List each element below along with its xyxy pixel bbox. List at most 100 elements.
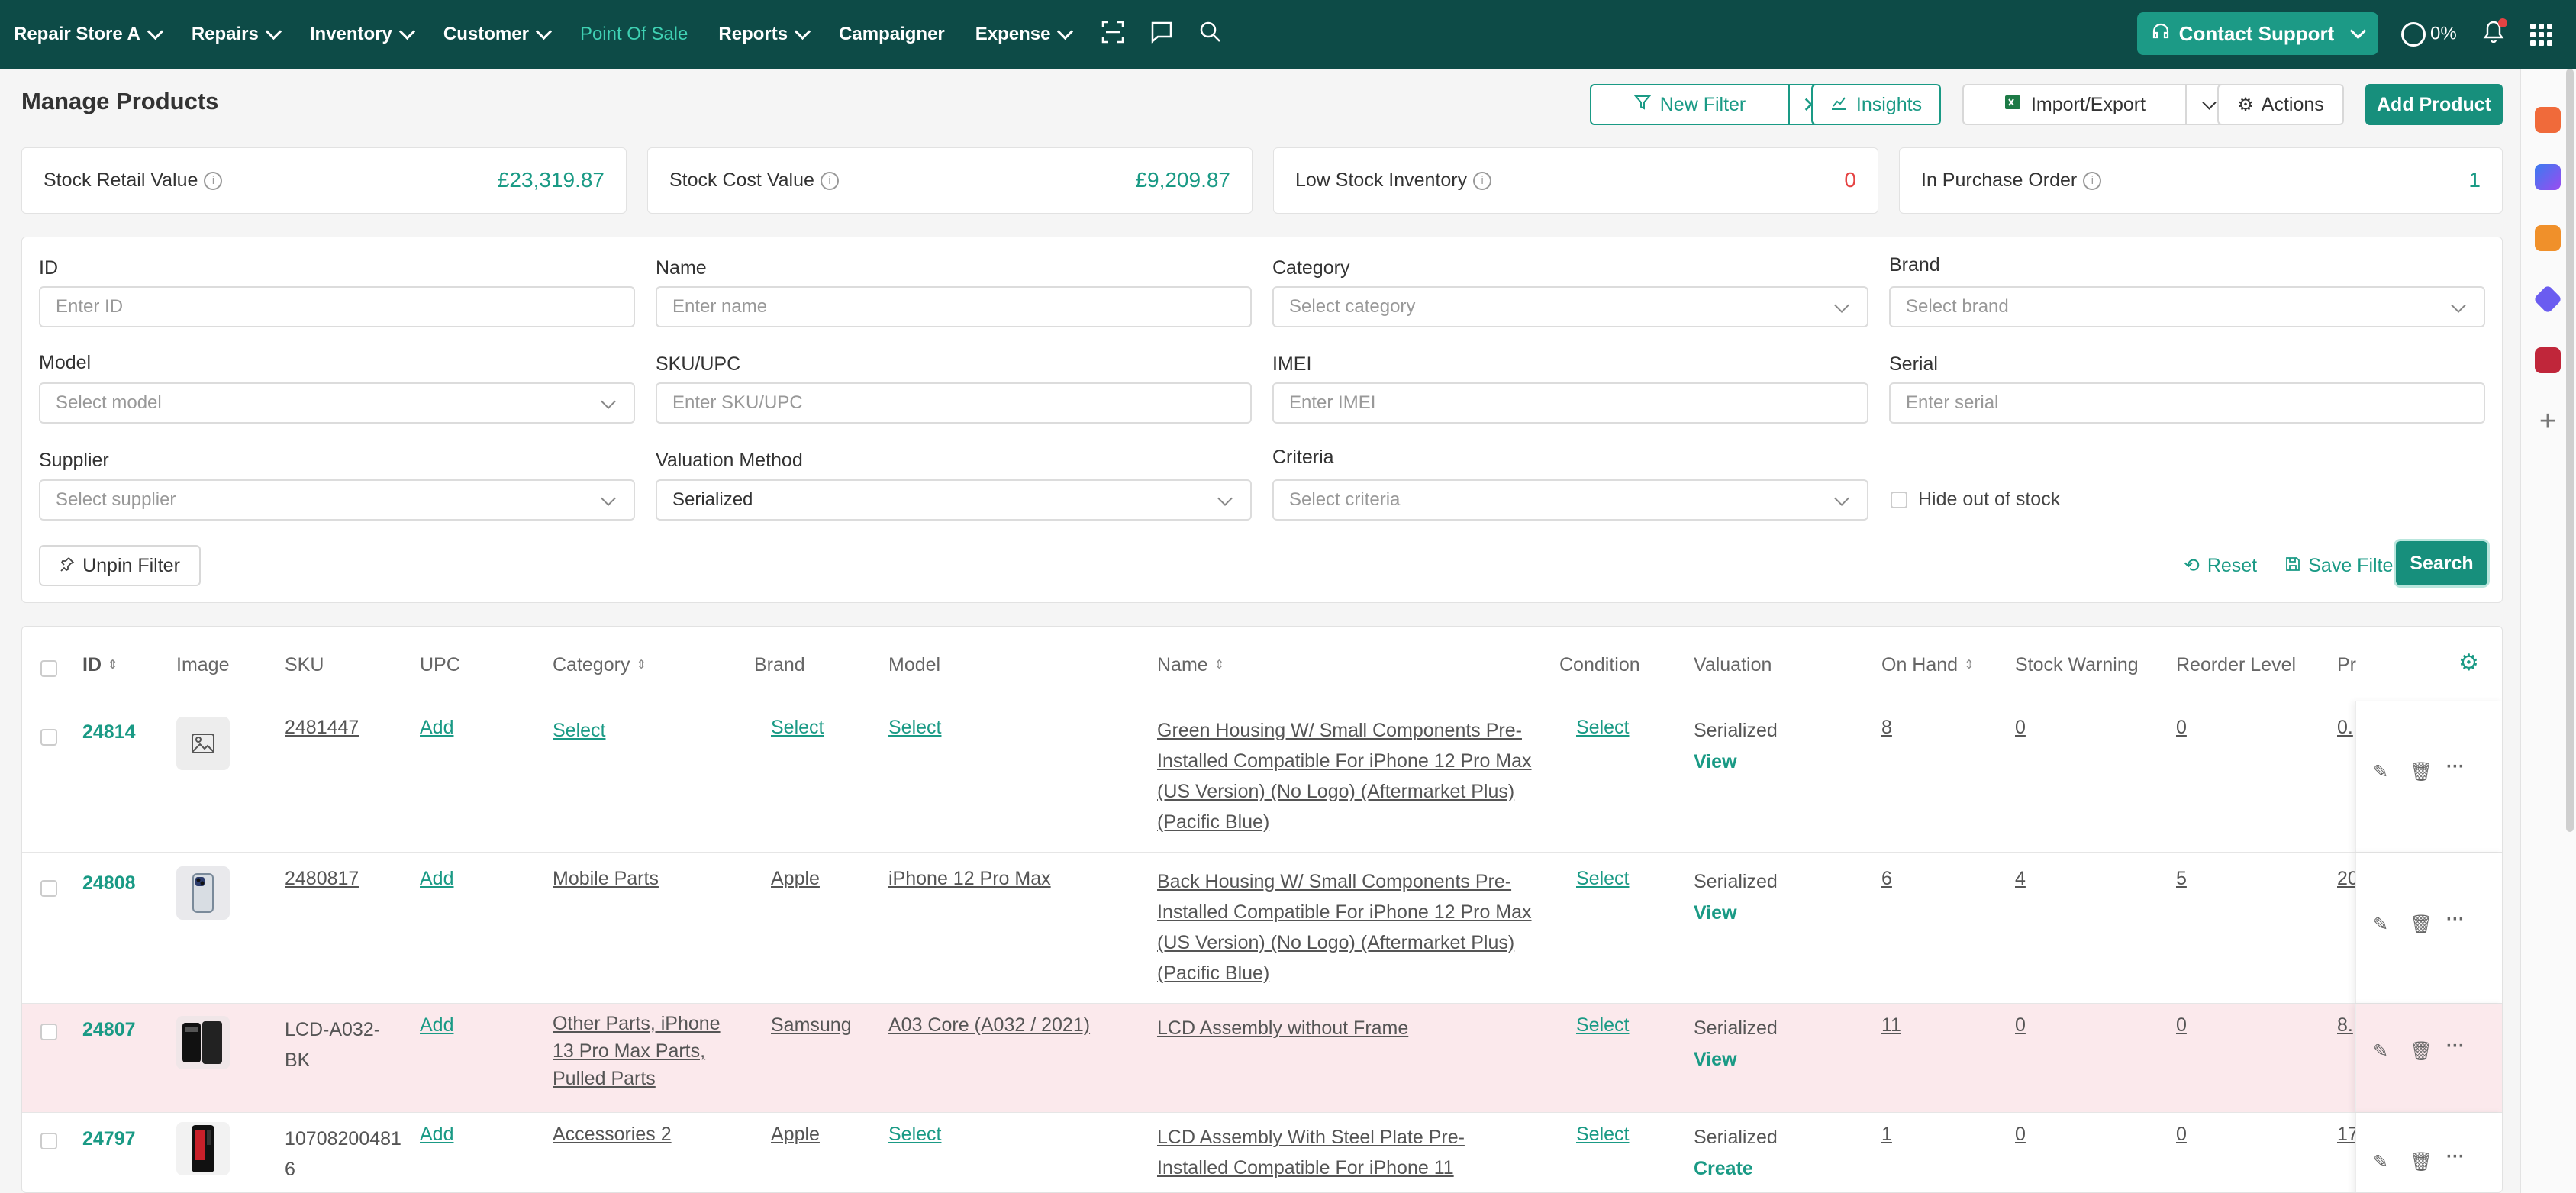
edit-icon[interactable]: ✎ (2373, 1040, 2388, 1062)
column-settings-gear-icon[interactable]: ⚙ (2458, 650, 2479, 676)
column-header-on-hand[interactable]: On Hand ⇕ (1881, 654, 1974, 676)
more-icon[interactable]: ··· (2446, 909, 2465, 930)
category-value[interactable]: Other Parts, iPhone 13 Pro Max Parts, Pu… (553, 1010, 721, 1092)
criteria-select[interactable]: Select criteria (1272, 479, 1868, 521)
upc-add-link[interactable]: Add (420, 1010, 453, 1040)
upc-add-link[interactable]: Add (420, 1119, 453, 1149)
stock-warning-value[interactable]: 0 (2015, 1010, 2026, 1040)
column-header-category[interactable]: Category ⇕ (553, 654, 646, 676)
reorder-level-value[interactable]: 0 (2176, 1119, 2187, 1149)
on-hand-value[interactable]: 1 (1881, 1119, 1892, 1149)
edit-icon[interactable]: ✎ (2373, 914, 2388, 936)
table-row-highlighted[interactable]: 24807 LCD-A032- BK Add Other Parts, iPho… (22, 1003, 2502, 1113)
valuation-view-link[interactable]: View (1694, 1044, 1737, 1075)
name-input[interactable]: Enter name (656, 286, 1252, 327)
placeholder-image-icon[interactable] (176, 717, 230, 770)
product-id-link[interactable]: 24797 (82, 1124, 136, 1154)
reorder-level-value[interactable]: 5 (2176, 863, 2187, 894)
apps-grid-icon[interactable] (2529, 23, 2552, 46)
valuation-view-link[interactable]: View (1694, 898, 1737, 928)
gift-icon[interactable] (2535, 107, 2561, 133)
on-hand-value[interactable]: 11 (1881, 1010, 1901, 1040)
brand-value[interactable]: Apple (771, 1119, 820, 1149)
add-product-button[interactable]: Add Product (2365, 84, 2503, 125)
info-icon[interactable]: i (2083, 172, 2102, 191)
info-icon[interactable]: i (204, 172, 223, 191)
valuation-create-link[interactable]: Create (1694, 1153, 1753, 1184)
stat-card-low-stock[interactable]: Low Stock Inventory i 0 (1273, 147, 1878, 214)
edit-icon[interactable]: ✎ (2373, 1151, 2388, 1173)
info-icon[interactable]: i (1473, 172, 1492, 191)
nav-point-of-sale[interactable]: Point Of Sale (580, 24, 688, 45)
category-value[interactable]: Mobile Parts (553, 863, 659, 894)
product-id-link[interactable]: 24807 (82, 1014, 136, 1045)
delete-icon[interactable]: 🗑 (2410, 914, 2433, 936)
page-scrollbar[interactable] (2566, 69, 2574, 832)
stock-warning-value[interactable]: 0 (2015, 1119, 2026, 1149)
delete-icon[interactable]: 🗑 (2410, 1151, 2433, 1173)
upc-add-link[interactable]: Add (420, 712, 453, 743)
product-name-link[interactable]: Green Housing W/ Small Components Pre- I… (1157, 715, 1532, 837)
nav-repairs[interactable]: Repairs (192, 23, 282, 45)
nav-campaigner[interactable]: Campaigner (839, 24, 945, 45)
row-checkbox[interactable] (40, 729, 57, 746)
sku-input[interactable]: Enter SKU/UPC (656, 382, 1252, 424)
shield-icon[interactable] (2532, 284, 2563, 314)
model-select-link[interactable]: Select (888, 1119, 941, 1149)
insights-button[interactable]: Insights (1811, 84, 1941, 125)
brand-select[interactable]: Select brand (1889, 286, 2485, 327)
store-selector[interactable]: Repair Store A (14, 23, 163, 45)
category-value[interactable]: Accessories 2 (553, 1119, 672, 1149)
product-name-link[interactable]: Back Housing W/ Small Components Pre- In… (1157, 866, 1532, 988)
product-id-link[interactable]: 24808 (82, 868, 136, 898)
product-name-link[interactable]: LCD Assembly without Frame (1157, 1013, 1408, 1043)
product-thumbnail[interactable] (176, 866, 230, 920)
sku-value[interactable]: 2481447 (285, 712, 359, 743)
model-select[interactable]: Select model (39, 382, 635, 424)
delete-icon[interactable]: 🗑 (2410, 1040, 2433, 1062)
row-checkbox[interactable] (40, 880, 57, 897)
search-icon[interactable] (1199, 21, 1222, 49)
serial-input[interactable]: Enter serial (1889, 382, 2485, 424)
id-input[interactable]: Enter ID (39, 286, 635, 327)
stat-card-purchase-order[interactable]: In Purchase Order i 1 (1899, 147, 2503, 214)
stock-warning-value[interactable]: 4 (2015, 863, 2026, 894)
nav-customer[interactable]: Customer (443, 23, 553, 45)
unpin-filter-button[interactable]: Unpin Filter (39, 545, 201, 586)
new-filter-button[interactable]: New Filter (1590, 84, 1790, 125)
on-hand-value[interactable]: 6 (1881, 863, 1892, 894)
info-icon[interactable]: i (820, 172, 839, 191)
brand-value[interactable]: Apple (771, 863, 820, 894)
reorder-level-value[interactable]: 0 (2176, 712, 2187, 743)
note-icon[interactable] (2535, 225, 2561, 251)
valuation-method-select[interactable]: Serialized (656, 479, 1252, 521)
condition-select-link[interactable]: Select (1576, 712, 1629, 743)
stock-warning-value[interactable]: 0 (2015, 712, 2026, 743)
edit-icon[interactable]: ✎ (2373, 761, 2388, 783)
nav-reports[interactable]: Reports (718, 23, 811, 45)
table-row[interactable]: 24814 2481447 Add Select Select Select G… (22, 701, 2502, 853)
price-value[interactable]: 0. (2337, 712, 2353, 743)
supplier-select[interactable]: Select supplier (39, 479, 635, 521)
table-row[interactable]: 24808 2480817 Add Mobile Parts Apple iPh… (22, 852, 2502, 1004)
add-extension-icon[interactable]: + (2535, 407, 2561, 436)
reorder-level-value[interactable]: 0 (2176, 1010, 2187, 1040)
on-hand-value[interactable]: 8 (1881, 712, 1892, 743)
price-value[interactable]: 8. (2337, 1010, 2353, 1040)
category-select-link[interactable]: Select (553, 715, 605, 746)
contact-support-button[interactable]: Contact Support (2137, 12, 2378, 55)
select-all-checkbox[interactable] (40, 660, 57, 677)
scan-icon[interactable] (1101, 21, 1124, 49)
table-row[interactable]: 24797 10708200481 6 Add Accessories 2 Ap… (22, 1112, 2502, 1192)
hide-out-of-stock-checkbox[interactable] (1891, 492, 1907, 508)
progress-indicator[interactable]: 0% (2401, 22, 2457, 47)
condition-select-link[interactable]: Select (1576, 1010, 1629, 1040)
row-checkbox[interactable] (40, 1133, 57, 1149)
nav-expense[interactable]: Expense (975, 23, 1074, 45)
product-name-link[interactable]: LCD Assembly With Steel Plate Pre- Insta… (1157, 1122, 1465, 1183)
more-icon[interactable]: ··· (2446, 1036, 2465, 1057)
sku-value[interactable]: 2480817 (285, 863, 359, 894)
actions-button[interactable]: ⚙ Actions (2217, 84, 2344, 125)
product-thumbnail[interactable] (176, 1016, 230, 1069)
condition-select-link[interactable]: Select (1576, 863, 1629, 894)
